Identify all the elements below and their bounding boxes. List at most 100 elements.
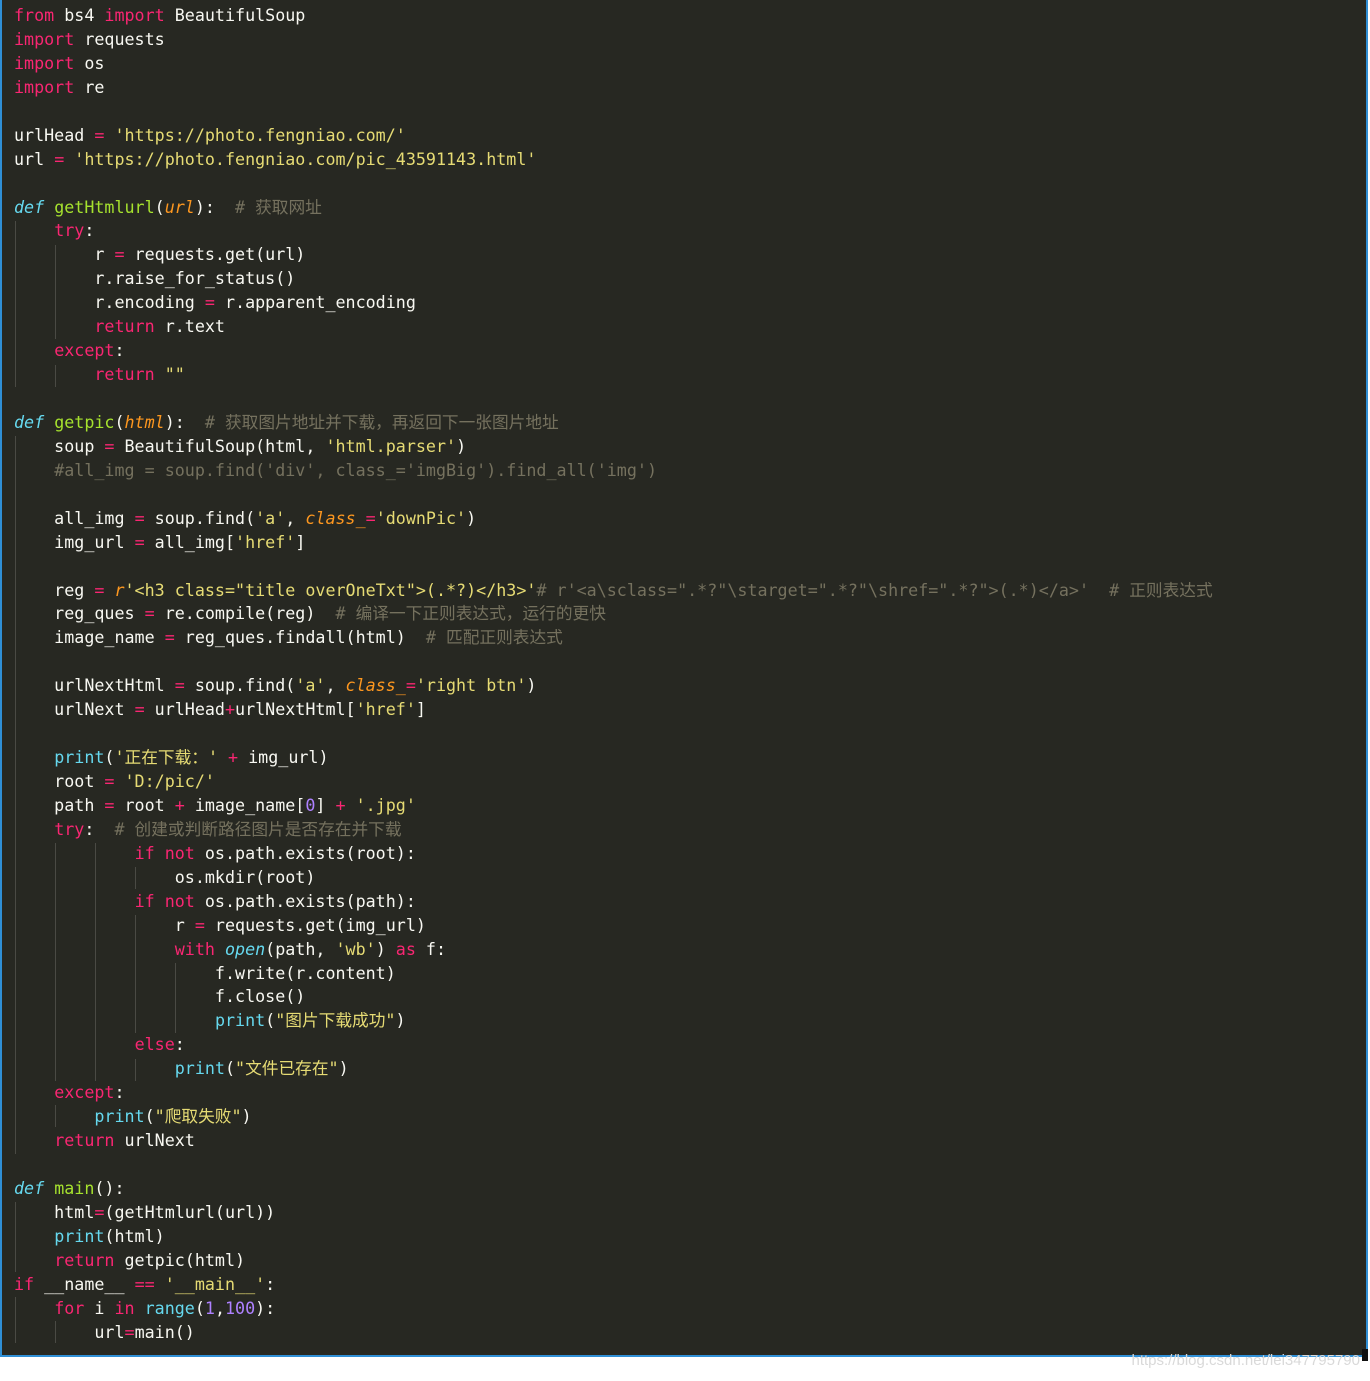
code-token: class_ <box>345 675 406 696</box>
code-line[interactable]: from bs4 import BeautifulSoup <box>14 4 1213 28</box>
code-token: 'D:/pic/' <box>124 771 215 791</box>
code-token: image_name <box>14 627 165 648</box>
code-line[interactable] <box>14 172 1213 196</box>
code-token: range <box>144 1297 195 1318</box>
code-line[interactable]: reg_ques = re.compile(reg) # 编译一下正则表达式，运… <box>14 602 1213 626</box>
code-line[interactable] <box>14 483 1213 507</box>
code-token: == <box>134 1273 155 1294</box>
code-line[interactable]: import os <box>14 52 1213 76</box>
code-line[interactable]: import requests <box>14 28 1213 52</box>
code-line[interactable]: print("爬取失败") <box>14 1105 1213 1129</box>
code-token: "文件已存在" <box>235 1058 339 1079</box>
code-line[interactable]: html=(getHtmlurl(url)) <box>14 1201 1213 1225</box>
code-line[interactable]: print('正在下载：' + img_url) <box>14 746 1213 770</box>
code-line[interactable]: #all_img = soup.find('div', class_='imgB… <box>14 459 1213 483</box>
code-token: print <box>174 1058 225 1079</box>
code-line[interactable]: all_img = soup.find('a', class_='downPic… <box>14 507 1213 531</box>
code-line[interactable]: try: # 创建或判断路径图片是否存在并下载 <box>14 818 1213 842</box>
code-line[interactable]: def getpic(html): # 获取图片地址并下载，再返回下一张图片地址 <box>14 411 1213 435</box>
code-line[interactable] <box>14 650 1213 674</box>
code-token: f: <box>415 938 447 959</box>
code-line[interactable]: url = 'https://photo.fengniao.com/pic_43… <box>14 148 1213 172</box>
code-line[interactable]: return r.text <box>14 315 1213 339</box>
code-editor[interactable]: from bs4 import BeautifulSoup import requ… <box>0 0 1368 1357</box>
code-token: os.path.exists(path): <box>194 890 416 911</box>
code-line[interactable]: r.raise_for_status() <box>14 267 1213 291</box>
code-token: def <box>14 196 45 217</box>
code-line[interactable]: path = root + image_name[0] + '.jpg' <box>14 794 1213 818</box>
code-token: import <box>14 76 75 97</box>
code-line[interactable]: url=main() <box>14 1321 1213 1345</box>
code-line[interactable] <box>14 1153 1213 1177</box>
code-line[interactable]: try: <box>14 219 1213 243</box>
code-line[interactable]: f.write(r.content) <box>14 962 1213 986</box>
code-line[interactable]: r.encoding = r.apparent_encoding <box>14 291 1213 315</box>
code-line[interactable] <box>14 387 1213 411</box>
code-token: urlNextHtml <box>14 675 175 696</box>
code-token: : <box>84 220 95 241</box>
code-line[interactable]: return urlNext <box>14 1129 1213 1153</box>
code-line[interactable]: with open(path, 'wb') as f: <box>14 938 1213 962</box>
code-token: bs4 <box>54 5 105 25</box>
code-token: ] <box>295 531 306 552</box>
code-line[interactable]: soup = BeautifulSoup(html, 'html.parser'… <box>14 435 1213 459</box>
code-token: 'downPic' <box>375 507 467 528</box>
code-line[interactable]: r = requests.get(img_url) <box>14 914 1213 938</box>
code-line[interactable]: else: <box>14 1033 1213 1057</box>
code-line[interactable]: def getHtmlurl(url): # 获取网址 <box>14 196 1213 220</box>
code-token: ] <box>315 794 336 815</box>
code-token: soup.find( <box>184 675 296 696</box>
code-line[interactable]: except: <box>14 339 1213 363</box>
code-line[interactable]: image_name = reg_ques.findall(html) # 匹配… <box>14 626 1213 650</box>
code-line[interactable]: os.mkdir(root) <box>14 866 1213 890</box>
code-token: image_name[ <box>184 794 306 815</box>
corner-marker <box>1362 1349 1368 1361</box>
code-line[interactable]: if not os.path.exists(path): <box>14 890 1213 914</box>
code-line[interactable]: except: <box>14 1081 1213 1105</box>
code-token: ) <box>526 675 537 696</box>
code-line[interactable]: r = requests.get(url) <box>14 243 1213 267</box>
code-line[interactable]: def main(): <box>14 1177 1213 1201</box>
code-text[interactable]: from bs4 import BeautifulSoup import requ… <box>14 4 1213 1345</box>
code-token: 'right btn' <box>415 675 527 696</box>
code-line[interactable] <box>14 722 1213 746</box>
code-token: , <box>325 675 346 696</box>
code-token: url <box>14 1321 125 1342</box>
code-line[interactable]: import re <box>14 76 1213 100</box>
code-line[interactable]: print("文件已存在") <box>14 1057 1213 1081</box>
code-line[interactable]: urlNextHtml = soup.find('a', class_='rig… <box>14 674 1213 698</box>
code-token: img_url) <box>238 747 329 768</box>
code-token: ) <box>466 507 477 528</box>
code-token: # 创建或判断路径图片是否存在并下载 <box>114 818 402 839</box>
code-line[interactable]: return "" <box>14 363 1213 387</box>
code-line[interactable]: img_url = all_img['href'] <box>14 531 1213 555</box>
code-line[interactable]: reg = r'<h3 class="title overOneTxt">(.*… <box>14 579 1212 603</box>
code-line[interactable]: if __name__ == '__main__': <box>14 1273 1213 1297</box>
code-line[interactable] <box>14 555 1213 579</box>
code-line[interactable]: f.close() <box>14 985 1213 1009</box>
code-token: requests.get(img_url) <box>204 914 426 935</box>
code-line[interactable]: urlHead = 'https://photo.fengniao.com/' <box>14 124 1213 148</box>
code-token: ) <box>338 1058 349 1079</box>
code-token: ( <box>194 1297 205 1318</box>
code-token: : <box>114 1082 125 1103</box>
code-line[interactable] <box>14 100 1213 124</box>
code-line[interactable]: if not os.path.exists(root): <box>14 842 1213 866</box>
code-line[interactable]: print(html) <box>14 1225 1213 1249</box>
code-line[interactable]: for i in range(1,100): <box>14 1297 1213 1321</box>
code-line[interactable]: root = 'D:/pic/' <box>14 770 1213 794</box>
code-token: try <box>54 818 85 839</box>
code-line[interactable]: print("图片下载成功") <box>14 1009 1213 1033</box>
code-token: + <box>224 699 236 720</box>
code-line[interactable]: urlNext = urlHead+urlNextHtml['href'] <box>14 698 1213 722</box>
code-token: = <box>134 699 145 720</box>
code-line[interactable]: return getpic(html) <box>14 1249 1213 1273</box>
